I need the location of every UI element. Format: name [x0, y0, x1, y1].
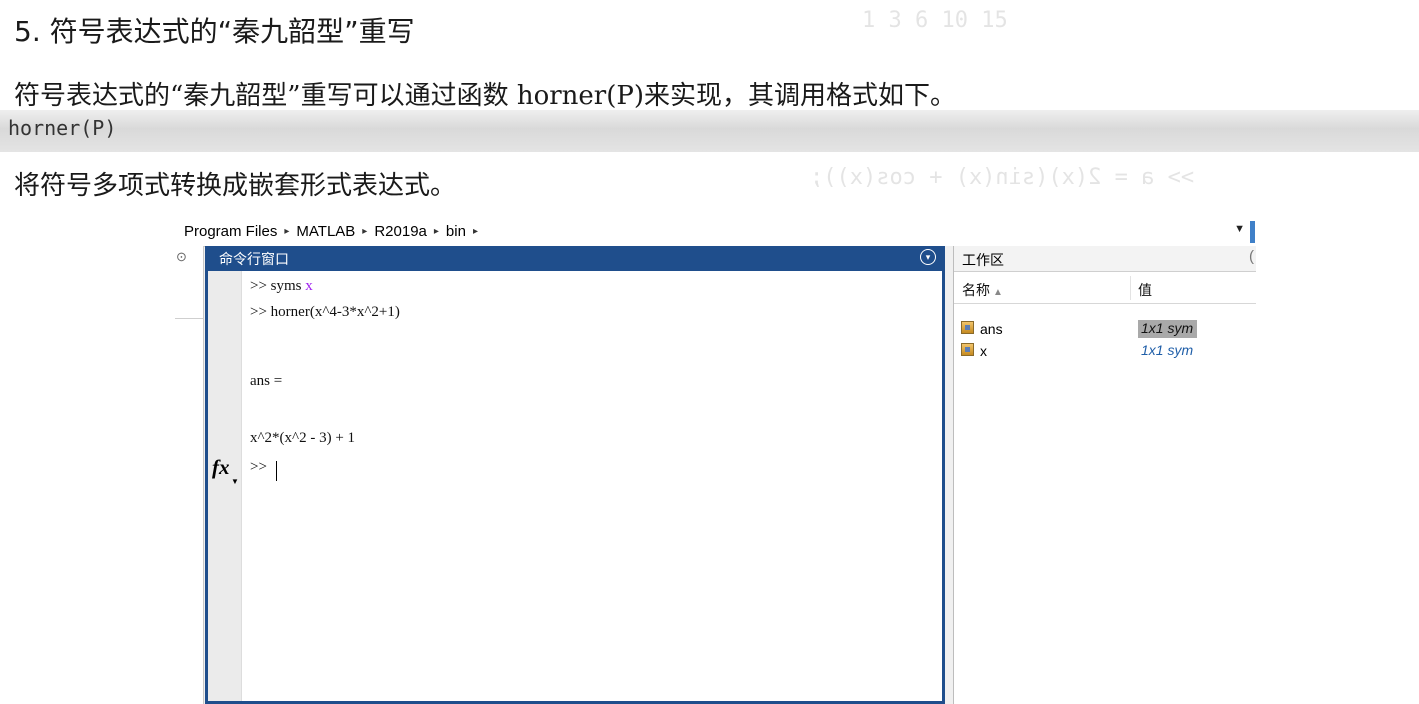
- variable-name: x: [980, 343, 987, 359]
- variable-value: 1x1 sym: [1138, 320, 1198, 338]
- breadcrumb-item[interactable]: MATLAB: [296, 223, 355, 240]
- command-window[interactable]: 命令行窗口 ▾ >> syms x >> horner(x^4-3*x^2+1)…: [205, 246, 945, 704]
- column-divider[interactable]: [1130, 276, 1131, 300]
- divider: [175, 318, 203, 319]
- command-line: >> syms x: [250, 278, 313, 295]
- paragraph: 符号表达式的“秦九韶型”重写可以通过函数 horner(P)来实现，其调用格式如…: [14, 81, 957, 111]
- workspace-panel[interactable]: 工作区 ( 名称 ▲ 值 ans 1x1 sym x 1x1 sym: [953, 246, 1256, 704]
- column-label: 名称: [962, 282, 990, 298]
- sym-variable-icon: [961, 343, 974, 356]
- output-line: x^2*(x^2 - 3) + 1: [250, 430, 356, 446]
- code-block-background: [0, 110, 1419, 152]
- column-header-name[interactable]: 名称 ▲: [962, 280, 1003, 300]
- sort-ascending-icon: ▲: [993, 287, 1003, 298]
- chevron-down-icon[interactable]: ▼: [231, 477, 239, 486]
- workspace-row[interactable]: ans 1x1 sym: [954, 318, 1256, 340]
- chevron-down-icon[interactable]: ▼: [1234, 223, 1245, 235]
- book-page: 1 3 6 10 15 >> a = 2(x)(sin(x) + cos(x))…: [0, 0, 1419, 218]
- breadcrumb-separator-icon[interactable]: ▸: [434, 226, 439, 237]
- command-gutter: [208, 271, 242, 701]
- panel-menu-icon[interactable]: (: [1249, 248, 1254, 265]
- variable-name: ans: [980, 321, 1003, 337]
- address-bar[interactable]: Program Files ▸ MATLAB ▸ R2019a ▸ bin ▸ …: [175, 218, 1255, 247]
- prompt: >>: [250, 304, 271, 320]
- breadcrumb-item[interactable]: bin: [446, 223, 466, 240]
- command-text: horner(x^4-3*x^2+1): [270, 304, 400, 320]
- active-prompt[interactable]: >>: [250, 459, 267, 476]
- panel-menu-icon[interactable]: ▾: [920, 249, 936, 265]
- column-header-value[interactable]: 值: [1138, 280, 1152, 300]
- breadcrumb-separator-icon[interactable]: ▸: [362, 226, 367, 237]
- prompt: >>: [250, 278, 271, 294]
- panel-menu-icon[interactable]: ⊙: [176, 249, 187, 265]
- workspace-table-header: 名称 ▲ 值: [954, 272, 1256, 304]
- workspace-title: 工作区: [962, 252, 1004, 268]
- breadcrumb-separator-icon[interactable]: ▸: [473, 226, 478, 237]
- matlab-window: Program Files ▸ MATLAB ▸ R2019a ▸ bin ▸ …: [175, 218, 1256, 704]
- command-window-title: 命令行窗口: [219, 251, 289, 267]
- output-line: ans =: [250, 373, 283, 389]
- workspace-row[interactable]: x 1x1 sym: [954, 340, 1256, 362]
- breadcrumb-item[interactable]: R2019a: [374, 223, 427, 240]
- code-line: horner(P): [8, 116, 117, 140]
- breadcrumb: Program Files ▸ MATLAB ▸ R2019a ▸ bin ▸: [184, 223, 478, 240]
- command-text: syms: [270, 278, 306, 294]
- text-cursor: [276, 461, 277, 481]
- paragraph: 将符号多项式转换成嵌套形式表达式。: [14, 171, 457, 201]
- sym-variable-icon: [961, 321, 974, 334]
- function-browser-icon[interactable]: fx: [212, 455, 230, 480]
- command-line: >> horner(x^4-3*x^2+1): [250, 304, 400, 321]
- breadcrumb-separator-icon[interactable]: ▸: [284, 226, 289, 237]
- section-heading: 5. 符号表达式的“秦九韶型”重写: [14, 15, 415, 48]
- bleed-through-text: 1 3 6 10 15: [862, 8, 1008, 33]
- splitter-handle[interactable]: [945, 246, 953, 704]
- workspace-title-bar[interactable]: 工作区 (: [954, 246, 1256, 272]
- variable-value: 1x1 sym: [1141, 342, 1194, 358]
- breadcrumb-item[interactable]: Program Files: [184, 223, 277, 240]
- command-window-title-bar[interactable]: 命令行窗口 ▾: [208, 246, 942, 271]
- bleed-through-text: >> a = 2(x)(sin(x) + cos(x));: [810, 165, 1195, 190]
- symbolic-variable: x: [305, 278, 313, 294]
- browse-button[interactable]: [1250, 221, 1255, 243]
- current-folder-panel[interactable]: ⊙: [175, 246, 204, 704]
